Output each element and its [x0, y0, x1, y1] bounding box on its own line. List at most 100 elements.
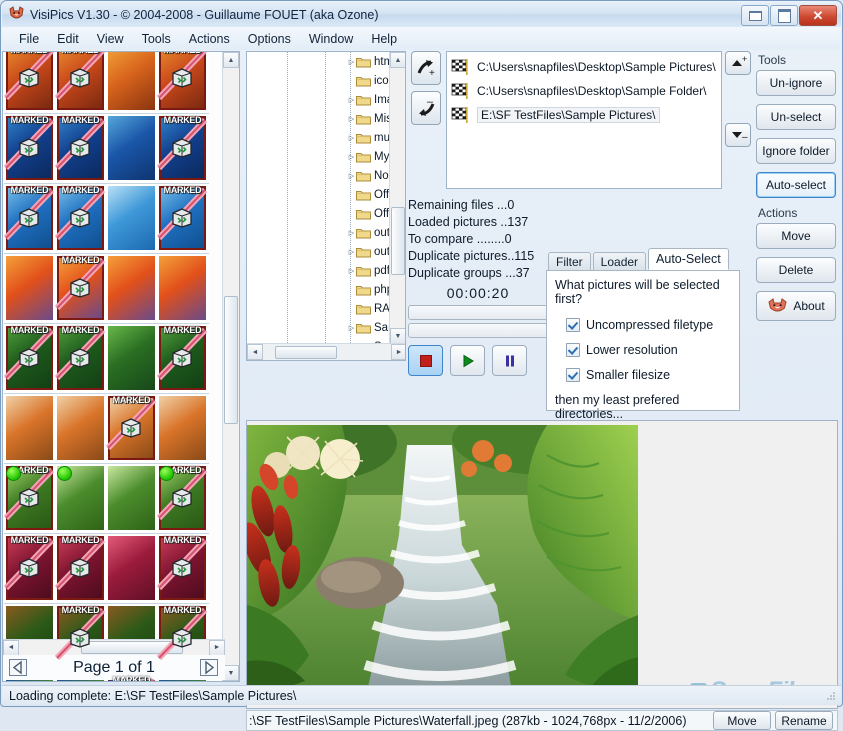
menu-item-options[interactable]: Options — [239, 30, 300, 48]
vertical-scroll-thumb[interactable] — [224, 296, 238, 424]
maximize-button[interactable] — [770, 5, 798, 26]
tool-button-ignore-folder[interactable]: Ignore folder — [756, 138, 836, 164]
tree-scroll-left-icon[interactable]: ◄ — [247, 344, 263, 360]
tool-button-un-ignore[interactable]: Un-ignore — [756, 70, 836, 96]
image-preview[interactable]: SnapFiles — [246, 420, 838, 709]
horizontal-scroll-thumb[interactable] — [81, 641, 183, 654]
tool-button-auto-select[interactable]: Auto-select — [756, 172, 836, 198]
thumbnail-cell[interactable]: MARKED — [4, 184, 55, 252]
next-page-icon[interactable] — [198, 658, 219, 678]
thumbnail-cell[interactable]: MARKED — [55, 534, 106, 602]
tab-auto-select[interactable]: Auto-Select — [648, 248, 729, 270]
selected-folders-list[interactable]: C:\Users\snapfiles\Desktop\Sample Pictur… — [446, 51, 722, 189]
thumbnail-cell[interactable] — [55, 394, 106, 462]
play-icon[interactable] — [450, 345, 485, 376]
expand-arrow-icon[interactable]: ▷ — [347, 242, 356, 261]
thumbnail-cell[interactable] — [106, 254, 157, 322]
menu-item-edit[interactable]: Edit — [48, 30, 88, 48]
stop-icon[interactable] — [408, 345, 443, 376]
thumbnail-cell[interactable] — [106, 324, 157, 392]
scroll-up-icon[interactable]: ▲ — [223, 52, 239, 68]
tree-hscroll-track[interactable] — [263, 345, 391, 360]
thumbnail-cell[interactable] — [106, 184, 157, 252]
thumbnail-cell[interactable]: MARKED — [157, 324, 208, 392]
prev-page-icon[interactable] — [7, 658, 28, 678]
thumbnail-cell[interactable]: MARKED — [157, 114, 208, 182]
menu-item-file[interactable]: File — [10, 30, 48, 48]
thumbnail-cell[interactable] — [106, 534, 157, 602]
checkbox[interactable] — [566, 368, 580, 382]
thumbnail-cell[interactable]: MARKED — [4, 464, 55, 532]
thumbnail-cell[interactable]: MARKED — [157, 534, 208, 602]
menu-item-tools[interactable]: Tools — [133, 30, 180, 48]
expand-arrow-icon[interactable]: ▷ — [347, 261, 356, 280]
menu-item-view[interactable]: View — [88, 30, 133, 48]
close-button[interactable]: ✕ — [799, 5, 837, 26]
thumbnail-cell[interactable] — [4, 254, 55, 322]
expand-arrow-icon[interactable]: ▷ — [347, 90, 356, 109]
checkbox[interactable] — [566, 318, 580, 332]
move-down-icon[interactable]: – — [725, 123, 751, 147]
tab-loader[interactable]: Loader — [593, 252, 646, 270]
folder-path-item[interactable]: C:\Users\snapfiles\Desktop\Sample Pictur… — [449, 55, 721, 79]
resize-grip-icon[interactable] — [825, 690, 837, 702]
tree-scroll-down-icon[interactable]: ▼ — [390, 328, 406, 344]
thumbnail-cell[interactable]: MARKED — [157, 184, 208, 252]
thumbnail-cell[interactable]: MARKED — [4, 534, 55, 602]
auto-select-option-row[interactable]: Uncompressed filetype — [555, 312, 731, 337]
tool-button-un-select[interactable]: Un-select — [756, 104, 836, 130]
thumbnail-cell[interactable] — [106, 51, 157, 112]
menu-item-actions[interactable]: Actions — [180, 30, 239, 48]
folder-path-item[interactable]: C:\Users\snapfiles\Desktop\Sample Folder… — [449, 79, 721, 103]
scroll-left-icon[interactable]: ◄ — [3, 640, 19, 656]
folder-path-item[interactable]: E:\SF TestFiles\Sample Pictures\ — [449, 103, 721, 127]
thumbnail-cell[interactable] — [106, 464, 157, 532]
thumbnail-panel[interactable]: MARKEDMARKEDMARKEDMARKEDMARKEDMARKEDMARK… — [2, 51, 240, 682]
thumbnail-cell[interactable]: MARKED — [55, 324, 106, 392]
thumbnail-cell[interactable]: MARKED — [106, 394, 157, 462]
tree-horizontal-scrollbar[interactable]: ◄ ► — [247, 343, 406, 360]
thumbnail-vertical-scrollbar[interactable]: ▲ ▼ — [222, 52, 239, 681]
expand-arrow-icon[interactable]: ▷ — [347, 52, 356, 71]
minimize-button[interactable] — [741, 5, 769, 26]
thumbnail-cell[interactable]: MARKED — [157, 51, 208, 112]
expand-arrow-icon[interactable]: ▷ — [347, 166, 356, 185]
expand-arrow-icon[interactable]: ▷ — [347, 318, 356, 337]
action-button-move[interactable]: Move — [756, 223, 836, 249]
tree-scroll-right-icon[interactable]: ► — [391, 344, 406, 360]
action-button-delete[interactable]: Delete — [756, 257, 836, 283]
thumbnail-cell[interactable]: MARKED — [55, 184, 106, 252]
thumbnail-cell[interactable]: MARKED — [55, 51, 106, 112]
folder-tree[interactable]: ▷html - Coicons▷Images▷Misc▷music▷My Aud… — [246, 51, 406, 361]
thumbnail-cell[interactable]: MARKED — [4, 114, 55, 182]
menu-item-help[interactable]: Help — [362, 30, 406, 48]
move-file-button[interactable]: Move — [713, 711, 771, 730]
remove-folder-arrow-icon[interactable]: – — [411, 91, 441, 125]
thumbnail-cell[interactable] — [55, 464, 106, 532]
about-button[interactable]: About — [756, 291, 836, 321]
menu-item-window[interactable]: Window — [300, 30, 362, 48]
tab-filter[interactable]: Filter — [548, 252, 591, 270]
add-folder-arrow-icon[interactable]: + — [411, 51, 441, 85]
thumbnail-cell[interactable] — [4, 394, 55, 462]
expand-arrow-icon[interactable]: ▷ — [347, 109, 356, 128]
tree-vertical-scrollbar[interactable]: ▲ ▼ — [389, 52, 405, 344]
pause-icon[interactable] — [492, 345, 527, 376]
expand-arrow-icon[interactable]: ▷ — [347, 128, 356, 147]
thumbnail-cell[interactable]: MARKED — [55, 254, 106, 322]
thumbnail-cell[interactable] — [157, 254, 208, 322]
expand-arrow-icon[interactable]: ▷ — [347, 147, 356, 166]
thumbnail-cell[interactable]: MARKED — [55, 114, 106, 182]
tree-scroll-thumb[interactable] — [391, 207, 405, 275]
expand-arrow-icon[interactable]: ▷ — [347, 223, 356, 242]
rename-file-button[interactable]: Rename — [775, 711, 833, 730]
scroll-right-icon[interactable]: ► — [209, 640, 225, 656]
thumbnail-cell[interactable] — [157, 394, 208, 462]
auto-select-option-row[interactable]: Smaller filesize — [555, 362, 731, 387]
thumbnail-cell[interactable]: MARKED — [4, 324, 55, 392]
thumbnail-cell[interactable] — [106, 114, 157, 182]
thumbnail-cell[interactable]: MARKED — [157, 464, 208, 532]
auto-select-option-row[interactable]: Lower resolution — [555, 337, 731, 362]
scroll-down-icon[interactable]: ▼ — [223, 665, 239, 681]
thumbnail-cell[interactable]: MARKED — [4, 51, 55, 112]
